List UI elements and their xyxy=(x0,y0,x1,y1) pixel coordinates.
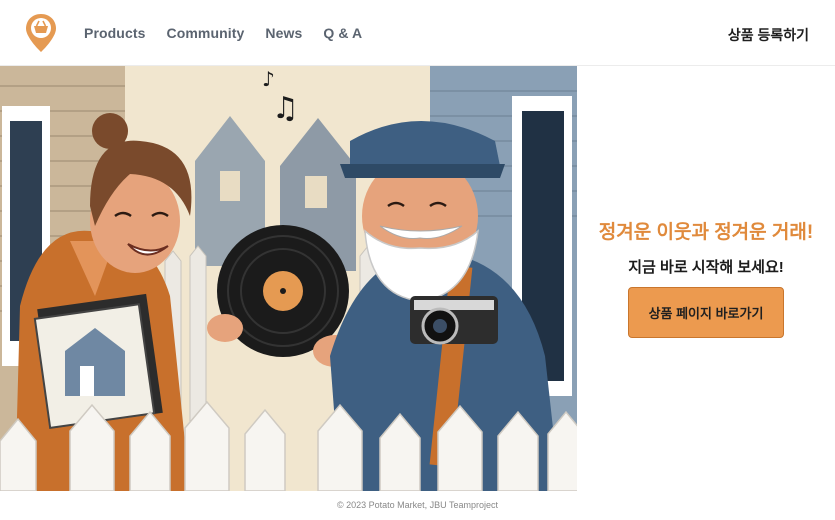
promo-subline: 지금 바로 시작해 보세요! xyxy=(628,259,784,276)
hero-illustration-art: ♪ ♫ xyxy=(0,66,577,491)
nav-qna[interactable]: Q & A xyxy=(323,25,362,41)
nav-products[interactable]: Products xyxy=(84,25,145,41)
go-to-products-button[interactable]: 상품 페이지 바로가기 xyxy=(628,287,784,338)
register-product-link[interactable]: 상품 등록하기 xyxy=(728,25,809,45)
main-nav: Products Community News Q & A xyxy=(84,25,362,41)
svg-text:♫: ♫ xyxy=(272,91,299,126)
top-navbar: Products Community News Q & A 상품 등록하기 xyxy=(0,0,835,66)
footer-copyright: © 2023 Potato Market, JBU Teamproject xyxy=(336,500,499,510)
nav-news[interactable]: News xyxy=(265,25,302,41)
basket-pin-icon[interactable] xyxy=(24,12,58,54)
svg-text:♪: ♪ xyxy=(262,67,275,91)
hero-illustration: ♪ ♫ xyxy=(0,66,577,491)
promo-headline: 정겨운 이웃과 정겨운 거래! xyxy=(598,222,814,243)
nav-community[interactable]: Community xyxy=(166,25,244,41)
promo-panel: 정겨운 이웃과 정겨운 거래! 지금 바로 시작해 보세요! 상품 페이지 바로… xyxy=(577,66,835,491)
